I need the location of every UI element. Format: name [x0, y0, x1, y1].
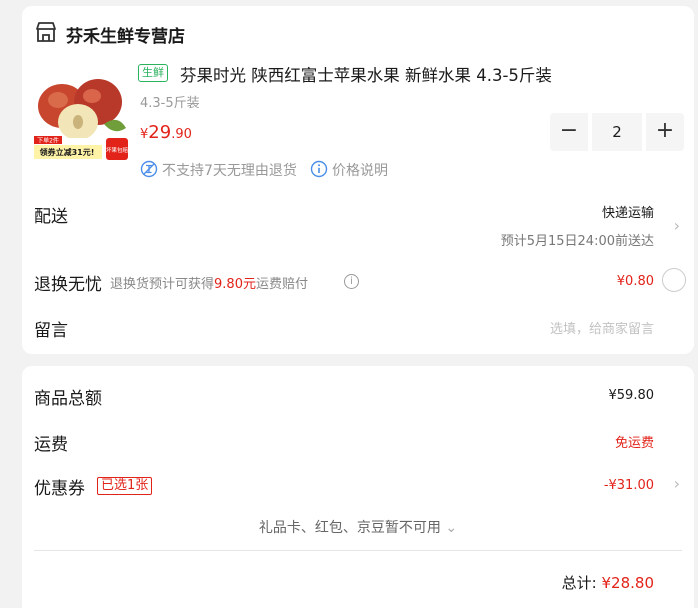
coupon-value[interactable]: -¥31.00 — [604, 478, 654, 493]
coupon-label: 优惠券 — [34, 479, 85, 499]
return-insurance-checkbox[interactable] — [662, 268, 686, 292]
price-decimal: .90 — [171, 127, 192, 142]
message-label: 留言 — [34, 321, 68, 341]
total-value: ¥28.80 — [601, 574, 655, 592]
fresh-tag: 生鲜 — [138, 64, 168, 82]
return-insurance-desc: 退换货预计可获得9.80元运费赔付 — [110, 273, 308, 292]
decrease-quantity-button[interactable]: − — [550, 113, 588, 151]
order-total: 总计: ¥28.80 — [562, 572, 654, 593]
return-insurance-label: 退换无忧 — [34, 275, 102, 295]
other-payment-text: 礼品卡、红包、京豆暂不可用 — [258, 520, 441, 536]
price-explain-link[interactable]: 价格说明 — [332, 160, 388, 180]
delivery-eta[interactable]: 预计5月15日24:00前送达 — [501, 230, 654, 249]
help-icon[interactable]: i — [344, 274, 359, 289]
goods-total-value: ¥59.80 — [608, 388, 655, 403]
no-return-text: 不支持7天无理由退货 — [162, 163, 297, 179]
delivery-label: 配送 — [34, 207, 68, 227]
shipping-label: 运费 — [34, 435, 68, 455]
thumb-badge-right: 坏果包赔 — [106, 146, 129, 154]
info-icon[interactable] — [310, 160, 328, 178]
product-title[interactable]: 芬果时光 陕西红富士苹果水果 新鲜水果 4.3-5斤装 — [180, 62, 552, 86]
store-name[interactable]: 芬禾生鲜专营店 — [66, 22, 185, 47]
product-price: ¥29.90 — [140, 122, 192, 143]
total-label: 总计: — [561, 574, 597, 592]
shipping-value: 免运费 — [614, 436, 654, 451]
price-integer: 29 — [148, 122, 172, 143]
coupon-selected-tag: 已选1张 — [97, 477, 153, 495]
goods-total-label: 商品总额 — [34, 389, 102, 409]
chevron-down-icon: ⌄ — [445, 520, 458, 536]
store-icon — [36, 22, 56, 42]
product-spec: 4.3-5斤装 — [140, 96, 200, 111]
delivery-method[interactable]: 快递运输 — [602, 202, 654, 221]
summary-card: 商品总额 ¥59.80 运费 免运费 优惠券 已选1张 -¥31.00 › 礼品… — [22, 366, 694, 608]
return-desc-amount: 9.80元 — [214, 277, 256, 292]
quantity-value[interactable]: 2 — [592, 113, 642, 151]
message-input[interactable]: 选填，给商家留言 — [550, 318, 654, 337]
quantity-stepper: − 2 + — [550, 113, 684, 151]
increase-quantity-button[interactable]: + — [646, 113, 684, 151]
divider — [34, 550, 682, 551]
order-card: 芬禾生鲜专营店 下单2件 领券立减31元! 坏果包赔 生鲜 芬果时光 陕西红富士… — [22, 6, 694, 354]
return-desc-suffix: 运费赔付 — [255, 277, 308, 292]
delivery-chevron-icon[interactable]: › — [674, 216, 680, 235]
no-return-icon — [140, 160, 158, 178]
other-payment-row[interactable]: 礼品卡、红包、京豆暂不可用 ⌄ — [22, 517, 694, 537]
return-desc-prefix: 退换货预计可获得 — [110, 277, 215, 292]
coupon-chevron-icon[interactable]: › — [674, 474, 680, 493]
return-insurance-price: ¥0.80 — [616, 274, 654, 289]
product-thumbnail[interactable]: 下单2件 领券立减31元! 坏果包赔 — [32, 66, 130, 162]
thumb-badge-line2: 领券立减31元! — [40, 147, 95, 157]
thumb-badge-line1: 下单2件 — [37, 137, 59, 145]
